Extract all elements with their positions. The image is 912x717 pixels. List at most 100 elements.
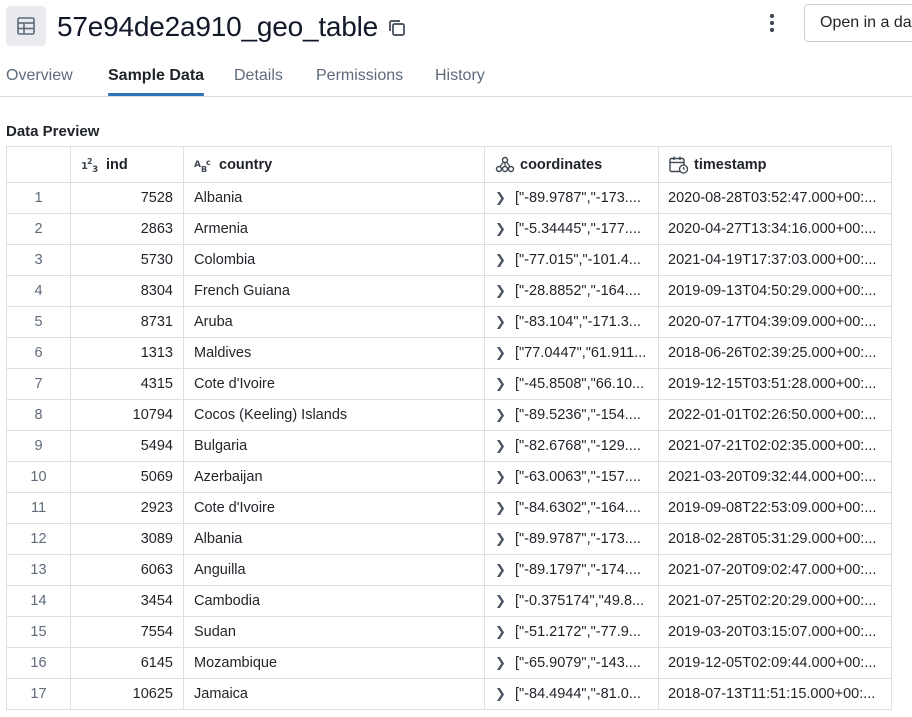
- timestamp-cell[interactable]: 2021-03-20T09:32:44.000+00:...: [658, 461, 892, 493]
- table-row[interactable]: 16 6145 Mozambique ❯ ["-65.9079","-143.... 20…: [6, 647, 892, 679]
- timestamp-cell[interactable]: 2020-08-28T03:52:47.000+00:...: [658, 182, 892, 214]
- country-cell[interactable]: Maldives: [183, 337, 485, 369]
- ind-cell[interactable]: 6063: [70, 554, 184, 586]
- table-row[interactable]: 15 7554 Sudan ❯ ["-51.2172","-77.9... 2019-03…: [6, 616, 892, 648]
- expand-chevron-icon[interactable]: ❯: [495, 283, 509, 299]
- tab-permissions[interactable]: Permissions: [316, 67, 403, 95]
- timestamp-cell[interactable]: 2019-09-08T22:53:09.000+00:...: [658, 492, 892, 524]
- timestamp-cell[interactable]: 2018-02-28T05:31:29.000+00:...: [658, 523, 892, 555]
- timestamp-cell[interactable]: 2019-12-15T03:51:28.000+00:...: [658, 368, 892, 400]
- coordinates-cell[interactable]: ❯ ["-89.9787","-173....: [484, 523, 659, 555]
- coordinates-cell[interactable]: ❯ ["-89.5236","-154....: [484, 399, 659, 431]
- table-row[interactable]: 13 6063 Anguilla ❯ ["-89.1797","-174.... 2021…: [6, 554, 892, 586]
- expand-chevron-icon[interactable]: ❯: [495, 190, 509, 206]
- timestamp-cell[interactable]: 2021-07-21T02:02:35.000+00:...: [658, 430, 892, 462]
- timestamp-cell[interactable]: 2021-07-20T09:02:47.000+00:...: [658, 554, 892, 586]
- expand-chevron-icon[interactable]: ❯: [495, 624, 509, 640]
- ind-cell[interactable]: 3089: [70, 523, 184, 555]
- coordinates-cell[interactable]: ❯ ["-83.104","-171.3...: [484, 306, 659, 338]
- country-cell[interactable]: Colombia: [183, 244, 485, 276]
- coordinates-cell[interactable]: ❯ ["-63.0063","-157....: [484, 461, 659, 493]
- kebab-menu-icon[interactable]: [760, 10, 784, 36]
- expand-chevron-icon[interactable]: ❯: [495, 562, 509, 578]
- country-cell[interactable]: Cote d'Ivoire: [183, 368, 485, 400]
- coordinates-cell[interactable]: ❯ ["-84.4944","-81.0...: [484, 678, 659, 710]
- table-row[interactable]: 3 5730 Colombia ❯ ["-77.015","-101.4... 2021-…: [6, 244, 892, 276]
- country-cell[interactable]: Azerbaijan: [183, 461, 485, 493]
- expand-chevron-icon[interactable]: ❯: [495, 500, 509, 516]
- expand-chevron-icon[interactable]: ❯: [495, 376, 509, 392]
- ind-cell[interactable]: 10625: [70, 678, 184, 710]
- ind-cell[interactable]: 4315: [70, 368, 184, 400]
- country-cell[interactable]: Albania: [183, 182, 485, 214]
- ind-cell[interactable]: 6145: [70, 647, 184, 679]
- expand-chevron-icon[interactable]: ❯: [495, 655, 509, 671]
- coordinates-cell[interactable]: ❯ ["-84.6302","-164....: [484, 492, 659, 524]
- country-cell[interactable]: Sudan: [183, 616, 485, 648]
- table-row[interactable]: 10 5069 Azerbaijan ❯ ["-63.0063","-157.... 20…: [6, 461, 892, 493]
- coordinates-cell[interactable]: ❯ ["-77.015","-101.4...: [484, 244, 659, 276]
- ind-cell[interactable]: 2863: [70, 213, 184, 245]
- ind-cell[interactable]: 7554: [70, 616, 184, 648]
- ind-cell[interactable]: 5730: [70, 244, 184, 276]
- expand-chevron-icon[interactable]: ❯: [495, 345, 509, 361]
- column-header-country[interactable]: A B c country: [183, 146, 485, 183]
- coordinates-cell[interactable]: ❯ ["-0.375174","49.8...: [484, 585, 659, 617]
- expand-chevron-icon[interactable]: ❯: [495, 593, 509, 609]
- table-row[interactable]: 4 8304 French Guiana ❯ ["-28.8852","-164....…: [6, 275, 892, 307]
- table-row[interactable]: 6 1313 Maldives ❯ ["77.0447","61.911... 2018-…: [6, 337, 892, 369]
- coordinates-cell[interactable]: ❯ ["77.0447","61.911...: [484, 337, 659, 369]
- table-row[interactable]: 9 5494 Bulgaria ❯ ["-82.6768","-129.... 2021-…: [6, 430, 892, 462]
- ind-cell[interactable]: 8304: [70, 275, 184, 307]
- expand-chevron-icon[interactable]: ❯: [495, 469, 509, 485]
- table-row[interactable]: 5 8731 Aruba ❯ ["-83.104","-171.3... 2020-07-…: [6, 306, 892, 338]
- expand-chevron-icon[interactable]: ❯: [495, 221, 509, 237]
- expand-chevron-icon[interactable]: ❯: [495, 686, 509, 702]
- ind-cell[interactable]: 5494: [70, 430, 184, 462]
- table-row[interactable]: 17 10625 Jamaica ❯ ["-84.4944","-81.0... 2018…: [6, 678, 892, 710]
- table-row[interactable]: 11 2923 Cote d'Ivoire ❯ ["-84.6302","-164...…: [6, 492, 892, 524]
- expand-chevron-icon[interactable]: ❯: [495, 531, 509, 547]
- expand-chevron-icon[interactable]: ❯: [495, 314, 509, 330]
- coordinates-cell[interactable]: ❯ ["-28.8852","-164....: [484, 275, 659, 307]
- tab-history[interactable]: History: [435, 67, 485, 95]
- coordinates-cell[interactable]: ❯ ["-51.2172","-77.9...: [484, 616, 659, 648]
- country-cell[interactable]: Aruba: [183, 306, 485, 338]
- timestamp-cell[interactable]: 2021-04-19T17:37:03.000+00:...: [658, 244, 892, 276]
- ind-cell[interactable]: 10794: [70, 399, 184, 431]
- timestamp-cell[interactable]: 2018-06-26T02:39:25.000+00:...: [658, 337, 892, 369]
- coordinates-cell[interactable]: ❯ ["-89.1797","-174....: [484, 554, 659, 586]
- country-cell[interactable]: Cambodia: [183, 585, 485, 617]
- coordinates-cell[interactable]: ❯ ["-65.9079","-143....: [484, 647, 659, 679]
- country-cell[interactable]: Anguilla: [183, 554, 485, 586]
- country-cell[interactable]: Cocos (Keeling) Islands: [183, 399, 485, 431]
- expand-chevron-icon[interactable]: ❯: [495, 407, 509, 423]
- tab-details[interactable]: Details: [234, 67, 283, 95]
- table-row[interactable]: 14 3454 Cambodia ❯ ["-0.375174","49.8... 2021…: [6, 585, 892, 617]
- table-row[interactable]: 1 7528 Albania ❯ ["-89.9787","-173.... 2020-0…: [6, 182, 892, 214]
- table-row[interactable]: 12 3089 Albania ❯ ["-89.9787","-173.... 2018-…: [6, 523, 892, 555]
- tab-overview[interactable]: Overview: [6, 67, 73, 95]
- table-row[interactable]: 8 10794 Cocos (Keeling) Islands ❯ ["-89.5236…: [6, 399, 892, 431]
- timestamp-cell[interactable]: 2019-12-05T02:09:44.000+00:...: [658, 647, 892, 679]
- open-in-dashboard-button[interactable]: Open in a dashboard: [804, 4, 912, 42]
- coordinates-cell[interactable]: ❯ ["-45.8508","66.10...: [484, 368, 659, 400]
- coordinates-cell[interactable]: ❯ ["-89.9787","-173....: [484, 182, 659, 214]
- ind-cell[interactable]: 1313: [70, 337, 184, 369]
- ind-cell[interactable]: 5069: [70, 461, 184, 493]
- ind-cell[interactable]: 2923: [70, 492, 184, 524]
- timestamp-cell[interactable]: 2020-07-17T04:39:09.000+00:...: [658, 306, 892, 338]
- country-cell[interactable]: Armenia: [183, 213, 485, 245]
- timestamp-cell[interactable]: 2021-07-25T02:20:29.000+00:...: [658, 585, 892, 617]
- timestamp-cell[interactable]: 2022-01-01T02:26:50.000+00:...: [658, 399, 892, 431]
- country-cell[interactable]: Cote d'Ivoire: [183, 492, 485, 524]
- tab-sample-data[interactable]: Sample Data: [108, 67, 205, 96]
- table-row[interactable]: 7 4315 Cote d'Ivoire ❯ ["-45.8508","66.10...…: [6, 368, 892, 400]
- coordinates-cell[interactable]: ❯ ["-82.6768","-129....: [484, 430, 659, 462]
- expand-chevron-icon[interactable]: ❯: [495, 252, 509, 268]
- country-cell[interactable]: Jamaica: [183, 678, 485, 710]
- column-header-ind[interactable]: 1 2 3 ind: [70, 146, 184, 183]
- ind-cell[interactable]: 8731: [70, 306, 184, 338]
- copy-icon[interactable]: [386, 17, 408, 39]
- timestamp-cell[interactable]: 2018-07-13T11:51:15.000+00:...: [658, 678, 892, 710]
